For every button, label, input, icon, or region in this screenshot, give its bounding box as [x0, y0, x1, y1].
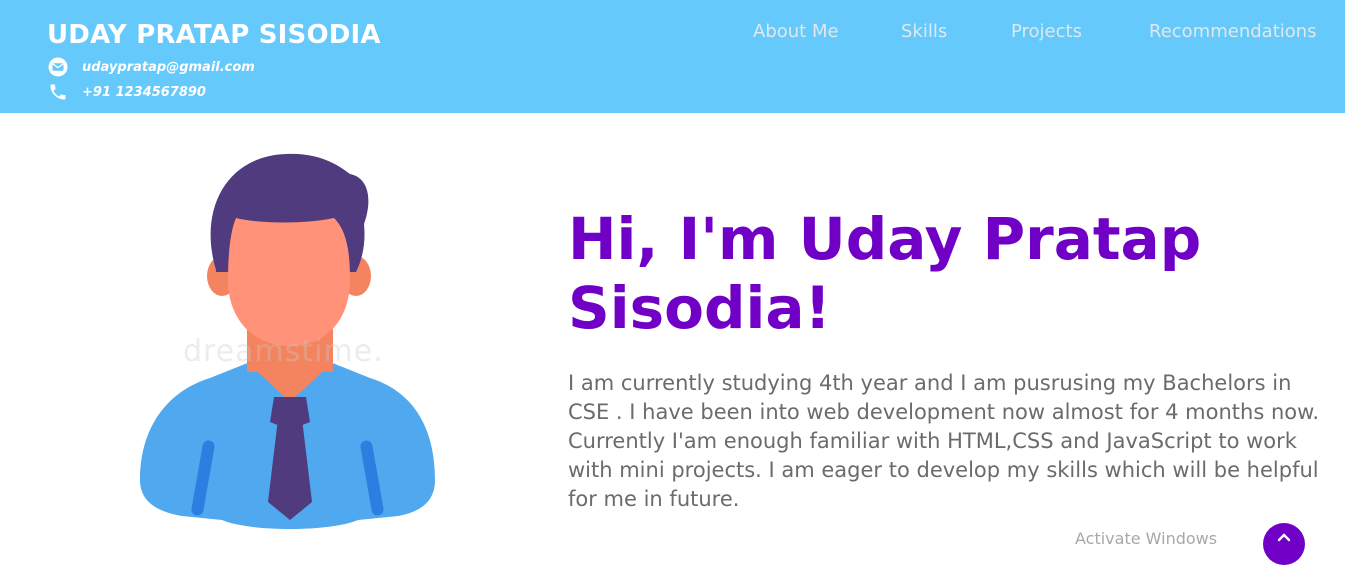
- hero-bio: I am currently studying 4th year and I a…: [568, 371, 1320, 511]
- phone-icon: [48, 82, 68, 102]
- site-owner-name: UDAY PRATAP SISODIA: [47, 20, 381, 50]
- nav-skills[interactable]: Skills: [901, 21, 947, 42]
- envelope-icon: [48, 57, 68, 77]
- activate-windows-watermark: Activate Windows: [1075, 529, 1218, 548]
- arrow-up-icon: [1276, 523, 1292, 549]
- contact-email: udaypratap@gmail.com: [48, 57, 255, 77]
- site-header: UDAY PRATAP SISODIA udaypratap@gmail.com…: [0, 0, 1345, 113]
- nav-about-me[interactable]: About Me: [753, 21, 839, 42]
- watermark: dreamstime.: [183, 334, 384, 369]
- scroll-to-top-button[interactable]: [1263, 523, 1305, 565]
- nav-projects[interactable]: Projects: [1011, 21, 1082, 42]
- hero-greeting: Hi, I'm Uday Pratap Sisodia!: [568, 205, 1202, 342]
- nav-recommendations[interactable]: Recommendations: [1149, 21, 1317, 42]
- email-text[interactable]: udaypratap@gmail.com: [82, 60, 255, 75]
- contact-phone: +91 1234567890: [48, 82, 206, 102]
- phone-text[interactable]: +91 1234567890: [82, 85, 206, 100]
